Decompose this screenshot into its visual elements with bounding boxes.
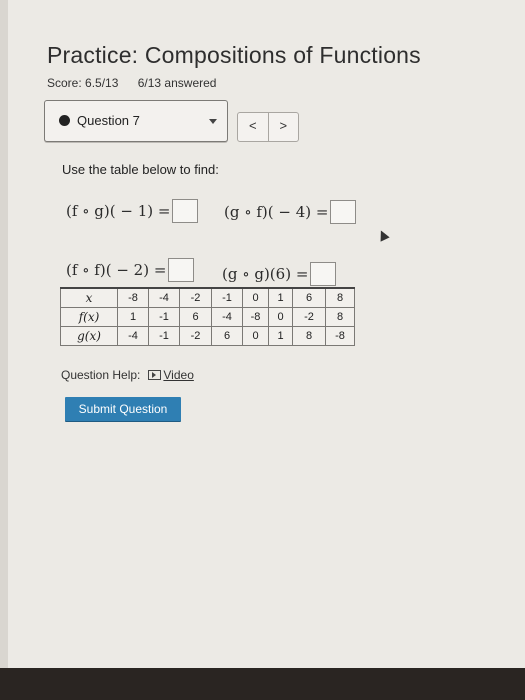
question-help-label: Question Help:: [61, 368, 141, 382]
question-help: Question Help: Video: [61, 368, 194, 382]
table-cell: -2: [179, 287, 212, 308]
expression-text: (g ∘ f)( − 4) =: [224, 203, 329, 221]
table-row-gx: g(x) -4 -1 -2 6 0 1 8 -8: [60, 326, 355, 346]
table-row-x: x -8 -4 -2 -1 0 1 6 8: [60, 287, 355, 308]
question-status-dot-icon: [59, 115, 70, 126]
screen-bottom-edge: [0, 668, 525, 700]
page: Practice: Compositions of Functions Scor…: [0, 0, 525, 670]
expression-gof: (g ∘ f)( − 4) =: [224, 200, 357, 224]
table-cell: 0: [242, 326, 269, 346]
function-table: x -8 -4 -2 -1 0 1 6 8 f(x) 1 -1 6 -4 -8 …: [60, 287, 355, 346]
table-cell: -2: [179, 326, 212, 346]
table-cell: 1: [268, 287, 293, 308]
next-question-button[interactable]: >: [267, 113, 299, 141]
score-row: Score: 6.5/13 6/13 answered: [47, 76, 216, 90]
score-text: Score: 6.5/13: [47, 76, 119, 90]
expression-text: (g ∘ g)(6) =: [222, 265, 309, 283]
mouse-cursor-icon: [376, 228, 390, 242]
expression-gog: (g ∘ g)(6) =: [222, 262, 337, 286]
table-cell: 1: [268, 326, 293, 346]
table-cell: -1: [148, 307, 180, 327]
table-cell: -4: [148, 287, 180, 308]
previous-question-button[interactable]: <: [238, 113, 268, 141]
question-prompt: Use the table below to find:: [62, 162, 219, 177]
table-cell: -4: [211, 307, 243, 327]
table-cell: -8: [242, 307, 269, 327]
answer-input-gog[interactable]: [310, 262, 337, 286]
question-nav-buttons: < >: [237, 112, 299, 142]
video-play-icon[interactable]: [148, 370, 162, 380]
table-row-fx: f(x) 1 -1 6 -4 -8 0 -2 8: [60, 307, 355, 327]
answer-input-fog[interactable]: [172, 199, 199, 223]
row-label-gx: g(x): [60, 326, 118, 346]
left-edge: [0, 0, 8, 670]
table-cell: 1: [117, 307, 149, 327]
row-label-x: x: [60, 287, 118, 308]
expression-text: (f ∘ g)( − 1) =: [66, 202, 171, 220]
table-cell: 6: [292, 287, 326, 308]
question-select[interactable]: Question 7: [44, 100, 228, 142]
submit-question-button[interactable]: Submit Question: [65, 397, 181, 421]
table-cell: 0: [242, 287, 269, 308]
table-cell: -4: [117, 326, 149, 346]
table-cell: 6: [211, 326, 243, 346]
table-cell: 6: [179, 307, 212, 327]
table-cell: -8: [325, 326, 355, 346]
answer-input-gof[interactable]: [330, 200, 357, 224]
question-select-value: Question 7: [77, 113, 140, 128]
table-cell: 8: [325, 287, 355, 308]
table-cell: -8: [117, 287, 149, 308]
expression-fog: (f ∘ g)( − 1) =: [66, 199, 199, 223]
answered-count: 6/13 answered: [137, 76, 217, 90]
expression-fof: (f ∘ f)( − 2) =: [66, 258, 195, 282]
chevron-down-icon: [209, 119, 217, 124]
video-help-link[interactable]: Video: [163, 368, 193, 382]
table-cell: -1: [148, 326, 180, 346]
answer-input-fof[interactable]: [168, 258, 195, 282]
expression-text: (f ∘ f)( − 2) =: [66, 261, 167, 279]
row-label-fx: f(x): [60, 307, 118, 327]
page-title: Practice: Compositions of Functions: [47, 42, 421, 68]
table-cell: -1: [211, 287, 243, 308]
table-cell: 8: [325, 307, 355, 327]
table-cell: 8: [292, 326, 326, 346]
table-cell: 0: [268, 307, 293, 327]
table-cell: -2: [292, 307, 326, 327]
